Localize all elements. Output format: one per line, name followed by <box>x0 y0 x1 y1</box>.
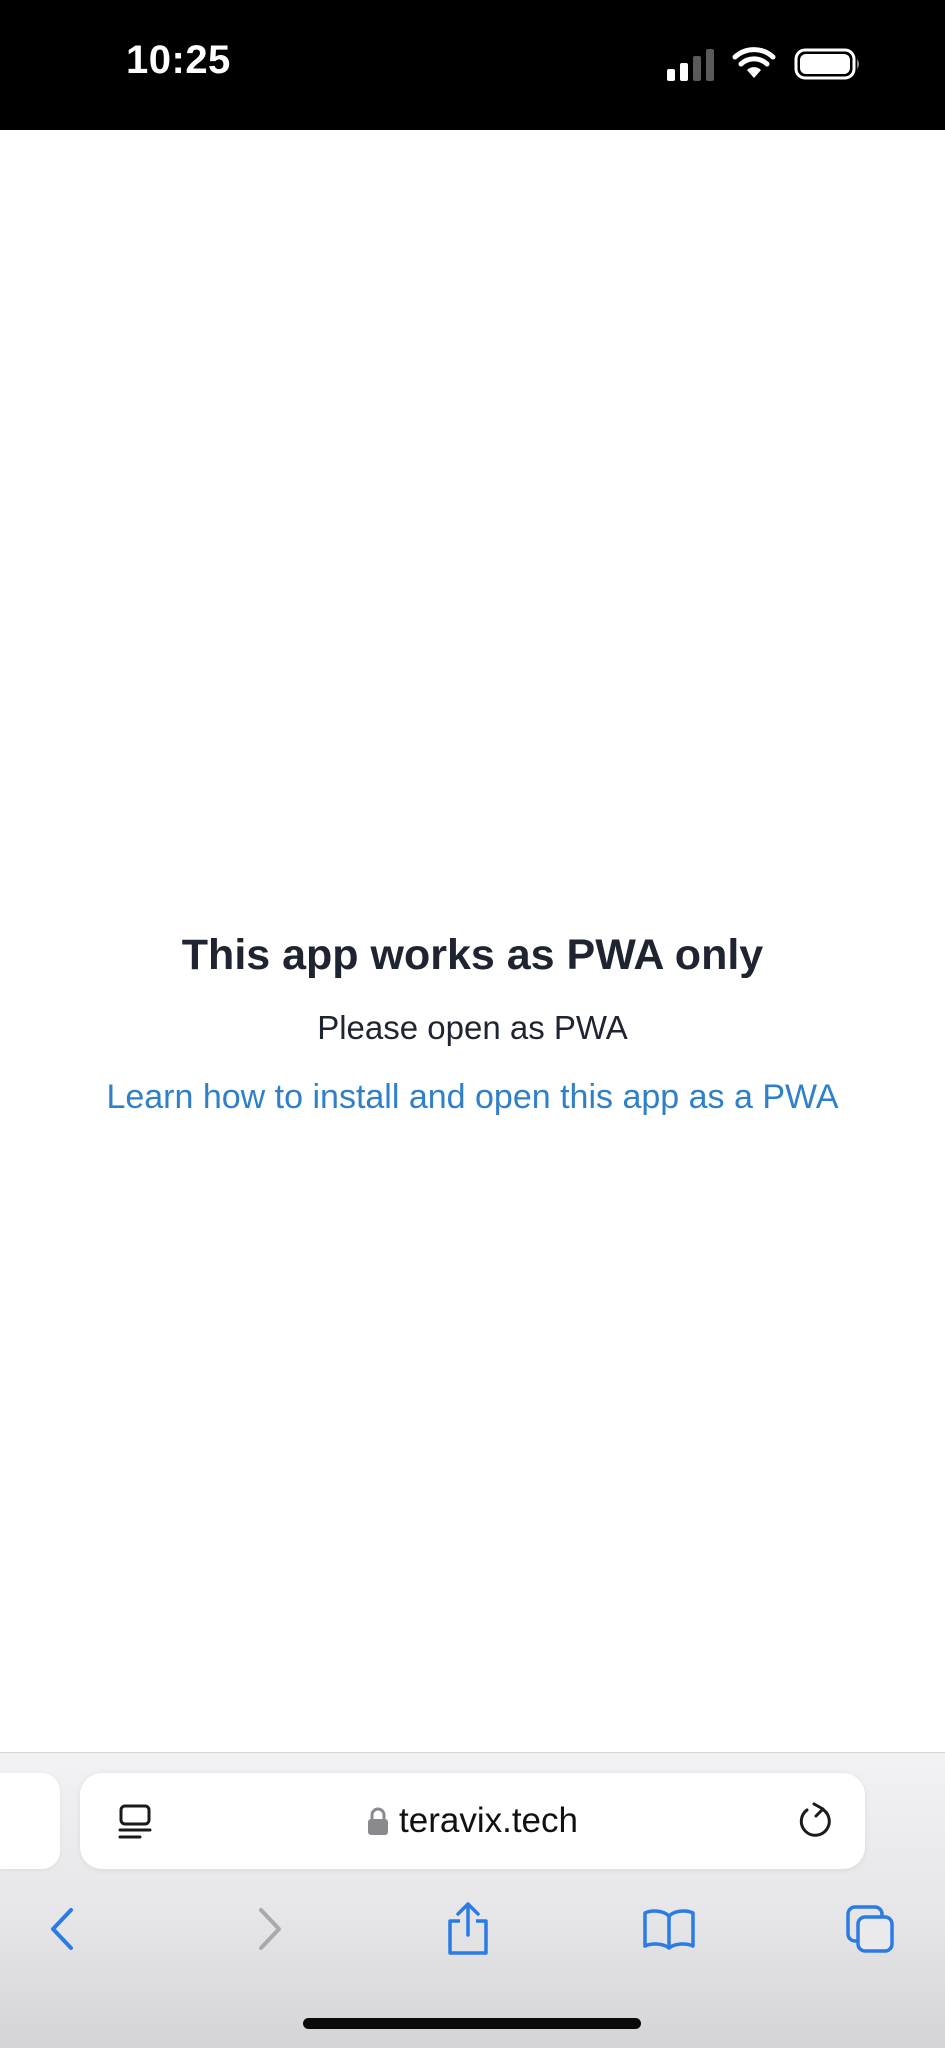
battery-icon <box>794 47 862 81</box>
forward-icon <box>249 1904 289 1959</box>
pwa-message: This app works as PWA only Please open a… <box>0 930 945 1118</box>
url-display[interactable]: teravix.tech <box>80 1773 865 1869</box>
web-content: This app works as PWA only Please open a… <box>0 130 945 1752</box>
back-button[interactable] <box>28 1896 98 1966</box>
forward-button[interactable] <box>234 1896 304 1966</box>
reload-icon[interactable] <box>795 1801 835 1841</box>
screen: 10:25 This app works as PWA only Please … <box>0 0 945 2048</box>
status-icons <box>667 44 862 84</box>
back-icon <box>43 1904 83 1959</box>
learn-pwa-link[interactable]: Learn how to install and open this app a… <box>106 1077 838 1118</box>
share-button[interactable] <box>433 1896 503 1966</box>
tabs-button[interactable] <box>835 1896 905 1966</box>
page-title: This app works as PWA only <box>181 931 764 979</box>
cellular-signal-icon <box>667 47 714 81</box>
share-icon <box>444 1901 492 1962</box>
wifi-icon <box>732 47 776 81</box>
address-bar[interactable]: teravix.tech <box>80 1773 865 1869</box>
lock-icon <box>367 1806 389 1836</box>
home-indicator[interactable] <box>303 2018 641 2029</box>
tabs-icon <box>844 1903 896 1960</box>
page-subtitle: Please open as PWA <box>317 1008 628 1046</box>
status-bar: 10:25 <box>0 0 945 130</box>
status-time: 10:25 <box>126 38 231 82</box>
url-text: teravix.tech <box>399 1801 578 1840</box>
bookmarks-button[interactable] <box>634 1896 704 1966</box>
bookmarks-icon <box>641 1906 697 1957</box>
previous-tab-preview[interactable] <box>0 1773 60 1869</box>
